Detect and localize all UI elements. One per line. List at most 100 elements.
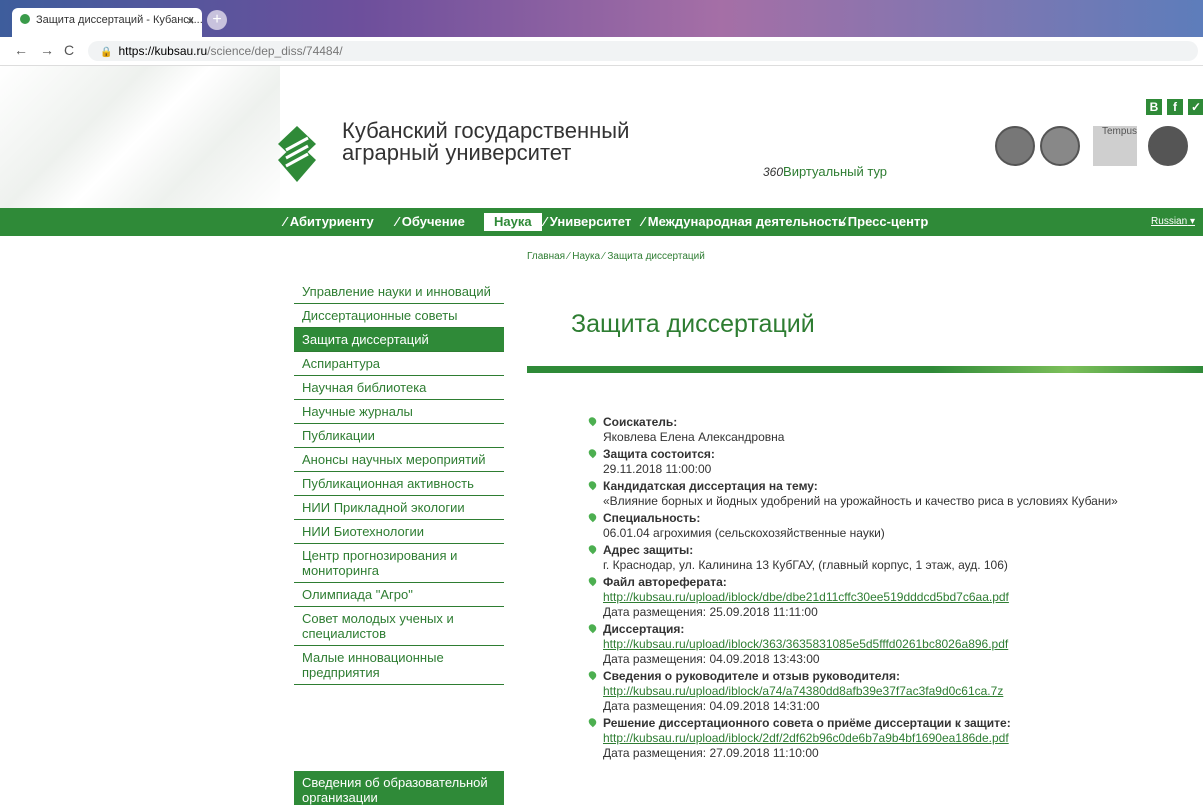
detail-item: Адрес защиты: г. Краснодар, ул. Калинина … (587, 543, 1197, 573)
detail-label: Адрес защиты: (603, 543, 694, 557)
page-title: Защита диссертаций (571, 310, 815, 338)
sidebar-item-org-info[interactable]: Сведения об образовательной организации (294, 771, 504, 805)
sidebar-item-forecasting-center[interactable]: Центр прогнозирования и мониторинга (294, 544, 504, 583)
nav-item-university[interactable]: ⁄ Университет (544, 208, 631, 236)
nav-label: Абитуриенту (289, 214, 374, 229)
breadcrumb[interactable]: Главная ⁄ Наука ⁄ Защита диссертаций (527, 251, 705, 262)
sidebar-item-small-enterprises[interactable]: Малые инновационные предприятия (294, 646, 504, 685)
detail-item: Сведения о руководителе и отзыв руководи… (587, 669, 1197, 714)
nav-item-education[interactable]: ⁄ Обучение (396, 208, 465, 236)
nav-item-international[interactable]: ⁄ Международная деятельность (642, 208, 846, 236)
nav-label: Наука (494, 214, 532, 229)
tempus-label: Tempus (1101, 126, 1137, 137)
detail-item: Защита состоится: 29.11.2018 11:00:00 (587, 447, 1197, 477)
virtual-tour-label: Виртуальный тур (783, 164, 888, 179)
detail-label: Кандидатская диссертация на тему: (603, 479, 818, 493)
detail-item: Решение диссертационного совета о приёме… (587, 716, 1197, 761)
defense-details: Соискатель: Яковлева Елена Александровна З… (587, 415, 1197, 763)
nav-item-press[interactable]: ⁄ Пресс-центр (842, 208, 928, 236)
detail-label: Специальность: (603, 511, 701, 525)
sidebar-item-journals[interactable]: Научные журналы (294, 400, 504, 424)
detail-label: Решение диссертационного совета о приёме… (603, 716, 1011, 730)
url-field[interactable]: 🔒 https://kubsau.ru/science/dep_diss/7448… (88, 41, 1198, 61)
tab-title: Защита диссертаций - Кубанск... (36, 14, 202, 26)
detail-label: Защита состоится: (603, 447, 715, 461)
url-domain: https://kubsau.ru (118, 44, 208, 58)
browser-tab-bar: Защита диссертаций - Кубанск... × + (0, 0, 1203, 37)
leaf-bullet-icon (587, 479, 598, 491)
sidebar-item-events[interactable]: Анонсы научных мероприятий (294, 448, 504, 472)
facebook-icon[interactable]: f (1167, 99, 1183, 115)
url-path: /science/dep_diss/74484/ (207, 44, 343, 58)
twitter-icon[interactable]: ✓ (1188, 99, 1203, 115)
university-name[interactable]: Кубанский государственный аграрный униве… (342, 120, 629, 164)
leaf-bullet-icon (587, 447, 598, 459)
sidebar-item-science-management[interactable]: Управление науки и инноваций (294, 280, 504, 304)
detail-value: г. Краснодар, ул. Калинина 13 КубГАУ, (г… (603, 558, 1008, 572)
tab-close-icon[interactable]: × (187, 14, 194, 28)
leaf-bullet-icon (587, 669, 598, 681)
ioNet-seal-icon[interactable] (1040, 126, 1080, 166)
sidebar-item-ecology-institute[interactable]: НИИ Прикладной экологии (294, 496, 504, 520)
file-link[interactable]: http://kubsau.ru/upload/iblock/dbe/dbe21… (603, 590, 1197, 605)
forward-arrow-icon[interactable]: → (40, 42, 54, 58)
header-decoration (0, 66, 280, 209)
detail-value: Яковлева Елена Александровна (603, 430, 785, 444)
university-name-line1: Кубанский государственный (342, 118, 630, 143)
file-link[interactable]: http://kubsau.ru/upload/iblock/363/36358… (603, 637, 1197, 652)
detail-item: Соискатель: Яковлева Елена Александровна (587, 415, 1197, 445)
site-favicon-icon (20, 14, 30, 24)
posted-date: Дата размещения: 04.09.2018 13:43:00 (603, 652, 820, 666)
sidebar-item-postgraduate[interactable]: Аспирантура (294, 352, 504, 376)
posted-date: Дата размещения: 27.09.2018 11:10:00 (603, 746, 819, 760)
detail-item: Диссертация: http://kubsau.ru/upload/iblo… (587, 622, 1197, 667)
sidebar-item-young-scientists[interactable]: Совет молодых ученых и специалистов (294, 607, 504, 646)
detail-item: Файл автореферата: http://kubsau.ru/uploa… (587, 575, 1197, 620)
university-logo-icon[interactable] (272, 124, 322, 184)
browser-tab[interactable]: Защита диссертаций - Кубанск... × (12, 8, 202, 37)
emblem-seal-icon[interactable] (995, 126, 1035, 166)
vk-icon[interactable]: B (1146, 99, 1162, 115)
sidebar-item-agro-olympiad[interactable]: Олимпиада "Агро" (294, 583, 504, 607)
sidebar-item-biotech-institute[interactable]: НИИ Биотехнологии (294, 520, 504, 544)
title-divider (527, 366, 1203, 373)
leaf-bullet-icon (587, 622, 598, 634)
detail-value: 29.11.2018 11:00:00 (603, 462, 712, 476)
detail-label: Соискатель: (603, 415, 678, 429)
file-link[interactable]: http://kubsau.ru/upload/iblock/2df/2df62… (603, 731, 1197, 746)
detail-item: Кандидатская диссертация на тему: «Влияни… (587, 479, 1197, 509)
nav-label: Пресс-центр (847, 214, 929, 229)
virtual-tour-link[interactable]: 360Виртуальный тур (763, 164, 887, 179)
file-link[interactable]: http://kubsau.ru/upload/iblock/a74/a7438… (603, 684, 1197, 699)
reload-icon[interactable]: C (64, 42, 74, 58)
sidebar-item-library[interactable]: Научная библиотека (294, 376, 504, 400)
sidebar-item-dissertation-councils[interactable]: Диссертационные советы (294, 304, 504, 328)
sidebar-menu: Управление науки и инноваций Диссертацио… (294, 280, 504, 685)
leaf-bullet-icon (587, 716, 598, 728)
language-selector[interactable]: Russian ▾ (1151, 208, 1195, 236)
detail-value: «Влияние борных и йодных удобрений на ур… (603, 494, 1118, 508)
nav-label: Международная деятельность (647, 214, 846, 229)
nav-item-applicants[interactable]: ⁄ Абитуриенту (284, 208, 374, 236)
sidebar-item-publication-activity[interactable]: Публикационная активность (294, 472, 504, 496)
sidebar-item-publications[interactable]: Публикации (294, 424, 504, 448)
leaf-bullet-icon (587, 543, 598, 555)
education-seal-icon[interactable] (1148, 126, 1188, 166)
leaf-bullet-icon (587, 575, 598, 587)
tempus-logo-icon[interactable]: Tempus (1093, 126, 1137, 166)
leaf-bullet-icon (587, 415, 598, 427)
leaf-bullet-icon (587, 511, 598, 523)
university-name-line2: аграрный университет (342, 140, 572, 165)
nav-item-science[interactable]: Наука (484, 213, 542, 231)
back-arrow-icon[interactable]: ← (14, 42, 28, 58)
new-tab-button[interactable]: + (207, 10, 227, 30)
detail-value: 06.01.04 агрохимия (сельскохозяйственные… (603, 526, 885, 540)
main-navigation: ⁄ Абитуриенту ⁄ Обучение Наука ⁄ Универс… (0, 208, 1203, 236)
nav-label: Обучение (401, 214, 465, 229)
lock-icon: 🔒 (100, 47, 113, 58)
sidebar-item-dissertation-defense[interactable]: Защита диссертаций (294, 328, 504, 352)
posted-date: Дата размещения: 04.09.2018 14:31:00 (603, 699, 820, 713)
detail-label: Сведения о руководителе и отзыв руководи… (603, 669, 901, 683)
detail-label: Файл автореферата: (603, 575, 727, 589)
detail-label: Диссертация: (603, 622, 685, 636)
